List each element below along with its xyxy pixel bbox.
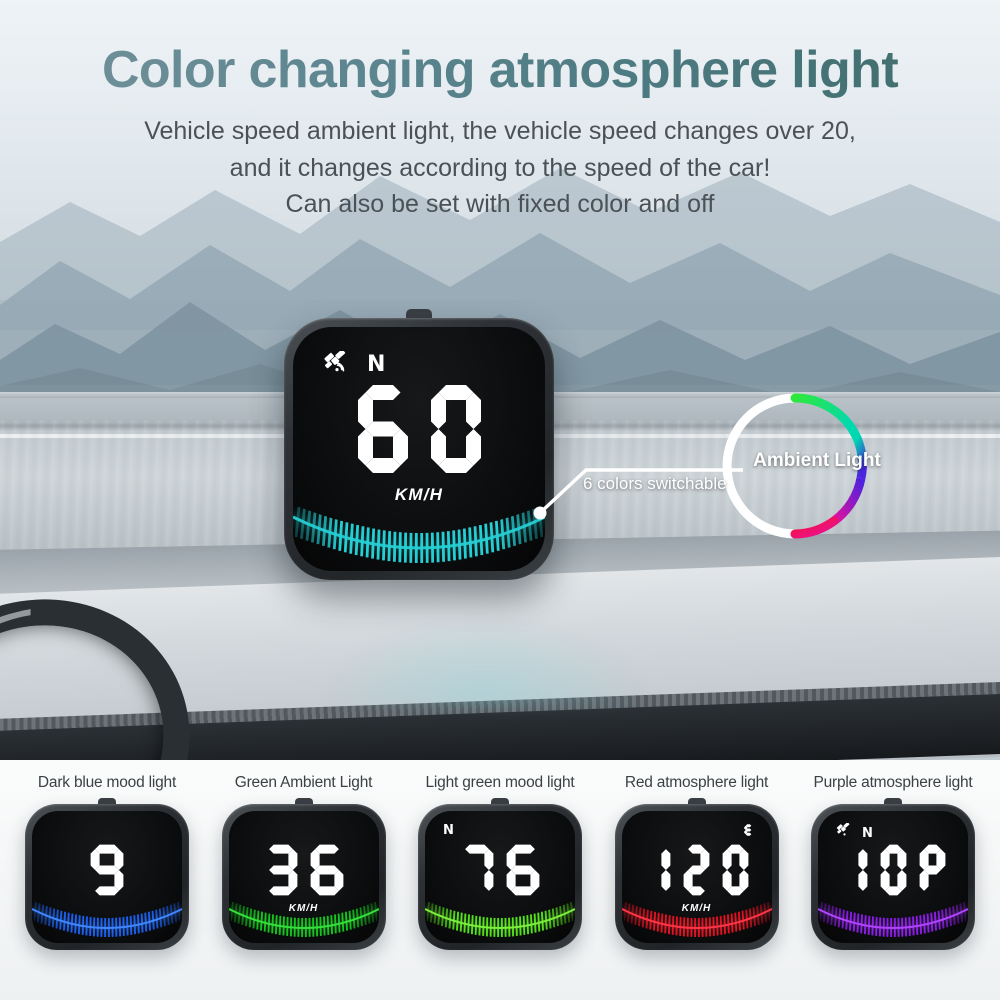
variant-card: Purple atmosphere light N	[800, 760, 986, 1000]
headline-block: Color changing atmosphere light Vehicle …	[0, 40, 1000, 222]
hud-display-screen: N	[425, 811, 575, 943]
ambient-led-arc	[425, 889, 575, 943]
ambient-led-arc	[293, 483, 545, 571]
variant-card: Light green mood light N	[407, 760, 593, 1000]
hud-housing: N	[418, 804, 582, 950]
variant-card: Green Ambient Light KM/H	[211, 760, 397, 1000]
variant-label: Light green mood light	[425, 774, 575, 791]
seven-segment-digits	[352, 379, 487, 479]
fuel-indicator	[743, 823, 754, 842]
variant-label: Green Ambient Light	[234, 774, 373, 791]
hud-status-row	[743, 823, 754, 842]
variant-label: Dark blue mood light	[37, 774, 177, 791]
variant-hud-device: N	[418, 798, 582, 950]
variant-hud-device: N	[811, 798, 975, 950]
hud-status-row: N	[323, 351, 385, 377]
hud-housing: KM/H	[614, 804, 779, 950]
hud-housing: N KM/H	[284, 318, 554, 580]
variant-hud-device: KM/H	[614, 798, 779, 950]
variant-card: Dark blue mood light	[14, 760, 200, 1000]
gear-indicator: N	[367, 351, 386, 377]
main-speed-display	[293, 379, 545, 484]
hud-housing: KM/H	[221, 804, 386, 950]
subtitle-line-1: Vehicle speed ambient light, the vehicle…	[144, 117, 856, 146]
ambient-led-arc	[818, 889, 968, 943]
ambient-light-reflection	[320, 615, 650, 705]
gear-indicator: N	[862, 826, 873, 841]
hud-display-screen: N KM/H	[293, 327, 545, 571]
hud-display-screen	[32, 811, 182, 943]
ambient-led-arc	[228, 889, 379, 943]
ambient-led-arc	[621, 889, 772, 943]
variant-label: Purple atmosphere light	[813, 774, 973, 791]
hud-status-row: N	[443, 823, 454, 838]
gear-indicator: N	[443, 823, 454, 838]
variant-strip: Dark blue mood light Green Ambient Light…	[0, 760, 1000, 1000]
hud-display-screen: KM/H	[621, 811, 772, 943]
variant-hud-device	[25, 798, 189, 950]
hud-housing: N	[811, 804, 975, 950]
main-hud-device: N KM/H	[284, 309, 554, 580]
hud-housing	[25, 804, 189, 950]
satellite-icon	[323, 351, 351, 377]
hero-scene: Color changing atmosphere light Vehicle …	[0, 0, 1000, 760]
variant-card: Red atmosphere light KM/H	[604, 760, 790, 1000]
hud-display-screen: KM/H	[228, 811, 379, 943]
ambient-led-arc	[32, 889, 182, 943]
subtitle-line-3: Can also be set with fixed color and off	[285, 189, 715, 218]
variant-label: Red atmosphere light	[624, 774, 769, 791]
page-title: Color changing atmosphere light	[0, 40, 1000, 100]
variant-card-list: Dark blue mood light Green Ambient Light…	[0, 760, 1000, 1000]
variant-hud-device: KM/H	[221, 798, 386, 950]
subtitle-line-2: and it changes according to the speed of…	[229, 153, 771, 182]
hud-display-screen: N	[818, 811, 968, 943]
